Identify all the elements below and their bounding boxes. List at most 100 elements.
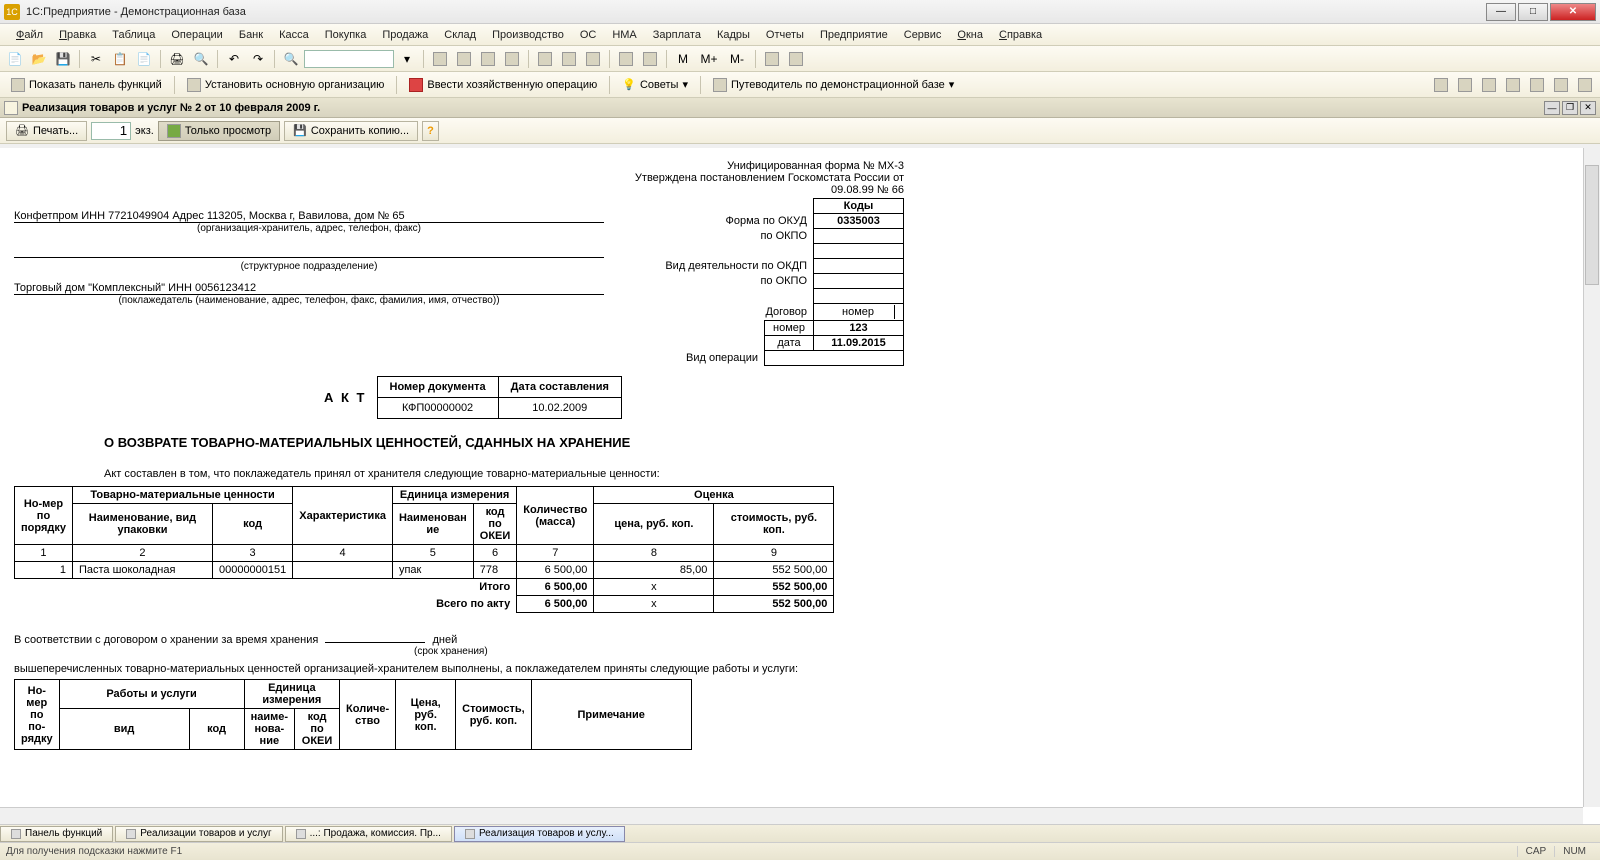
okpo1-value: [814, 229, 904, 244]
vertical-scrollbar[interactable]: [1583, 148, 1600, 807]
menu-help[interactable]: Справка: [991, 27, 1050, 43]
tool-icon-11[interactable]: [785, 48, 807, 70]
print-icon[interactable]: 🖨: [166, 48, 188, 70]
close-button[interactable]: ✕: [1550, 3, 1596, 21]
print-button[interactable]: 🖨Печать...: [6, 121, 87, 141]
okdp-value: [814, 259, 904, 274]
cut-icon[interactable]: ✂: [85, 48, 107, 70]
vsego-sum: 552 500,00: [714, 596, 834, 613]
menu-reports[interactable]: Отчеты: [758, 27, 812, 43]
redo-icon[interactable]: ↷: [247, 48, 269, 70]
itogo-qty: 6 500,00: [517, 579, 594, 596]
advice-button[interactable]: 💡Советы▾: [615, 75, 695, 94]
copies-input[interactable]: [91, 122, 131, 140]
services-table: Но-мер по по-рядку Работы и услуги Едини…: [14, 679, 692, 750]
tool-icon-2[interactable]: [453, 48, 475, 70]
copy-icon[interactable]: 📋: [109, 48, 131, 70]
menu-purchase[interactable]: Покупка: [317, 27, 375, 43]
menu-hr[interactable]: Кадры: [709, 27, 758, 43]
preview-icon[interactable]: 🔍: [190, 48, 212, 70]
enter-op-button[interactable]: Ввести хозяйственную операцию: [402, 75, 604, 95]
right-icon-4[interactable]: [1502, 74, 1524, 96]
docnum-header: Номер документа: [377, 377, 498, 398]
document: Конфетпром ИНН 7721049904 Адрес 113205, …: [0, 148, 1600, 762]
okdp-label: Вид деятельности по ОКДП: [657, 259, 813, 274]
tool-icon-8[interactable]: [615, 48, 637, 70]
menu-warehouse[interactable]: Склад: [436, 27, 484, 43]
tab-realizations[interactable]: Реализации товаров и услуг: [115, 826, 282, 842]
th2-unit: Единица измерения: [244, 680, 339, 709]
menu-edit[interactable]: Правка: [51, 27, 104, 43]
new-icon[interactable]: 📄: [4, 48, 26, 70]
menu-service[interactable]: Сервис: [896, 27, 950, 43]
sub-close-button[interactable]: ✕: [1580, 101, 1596, 115]
menu-nma[interactable]: НМА: [604, 27, 644, 43]
vidop-value: [765, 351, 904, 366]
calc-mplus-button[interactable]: M+: [696, 48, 722, 70]
set-org-button[interactable]: Установить основную организацию: [180, 75, 392, 95]
sub-restore-button[interactable]: ❐: [1562, 101, 1578, 115]
help-button[interactable]: ?: [422, 121, 439, 141]
th-sum: стоимость, руб. коп.: [714, 504, 834, 545]
tool-icon-4[interactable]: [501, 48, 523, 70]
okpo2-label: по ОКПО: [657, 274, 813, 289]
minimize-button[interactable]: —: [1486, 3, 1516, 21]
menu-windows[interactable]: Окна: [949, 27, 991, 43]
menu-enterprise[interactable]: Предприятие: [812, 27, 896, 43]
tab-panel[interactable]: Панель функций: [0, 826, 113, 842]
menu-operations[interactable]: Операции: [163, 27, 230, 43]
tool-icon-3[interactable]: [477, 48, 499, 70]
show-panel-button[interactable]: Показать панель функций: [4, 75, 169, 95]
sub-minimize-button[interactable]: —: [1544, 101, 1560, 115]
colnum-8: 8: [594, 545, 714, 562]
view-only-toggle[interactable]: Только просмотр: [158, 121, 280, 141]
cell-qty: 6 500,00: [517, 562, 594, 579]
menu-file[interactable]: Файл: [8, 27, 51, 43]
search-icon[interactable]: 🔍: [280, 48, 302, 70]
tool-icon-7[interactable]: [582, 48, 604, 70]
codes-header: Коды: [814, 199, 904, 214]
search-input[interactable]: [304, 50, 394, 68]
tool-icon-1[interactable]: [429, 48, 451, 70]
save-icon: 💾: [293, 124, 307, 137]
doc-icon: [4, 101, 18, 115]
menu-production[interactable]: Производство: [484, 27, 572, 43]
doc-intro: Акт составлен в том, что поклажедатель п…: [104, 468, 1586, 480]
menu-bank[interactable]: Банк: [231, 27, 271, 43]
right-icon-7[interactable]: [1574, 74, 1596, 96]
save-icon[interactable]: 💾: [52, 48, 74, 70]
right-icon-3[interactable]: [1478, 74, 1500, 96]
guide-button[interactable]: Путеводитель по демонстрационной базе▾: [706, 75, 961, 95]
okud-value: 0335003: [814, 214, 904, 229]
tab-realization[interactable]: Реализация товаров и услу...: [454, 826, 625, 842]
menu-salary[interactable]: Зарплата: [645, 27, 709, 43]
tool-icon-9[interactable]: [639, 48, 661, 70]
calc-m-button[interactable]: M: [672, 48, 694, 70]
search-dropdown-icon[interactable]: ▾: [396, 48, 418, 70]
tab-sale[interactable]: ...: Продажа, комиссия. Пр...: [285, 826, 452, 842]
menu-sale[interactable]: Продажа: [374, 27, 436, 43]
right-icon-6[interactable]: [1550, 74, 1572, 96]
calc-mminus-button[interactable]: M-: [724, 48, 750, 70]
cell-char: [293, 562, 393, 579]
open-icon[interactable]: 📂: [28, 48, 50, 70]
menu-cash[interactable]: Касса: [271, 27, 317, 43]
paste-icon[interactable]: 📄: [133, 48, 155, 70]
right-icon-2[interactable]: [1454, 74, 1476, 96]
status-cap: CAP: [1517, 846, 1555, 857]
copies-label: экз.: [135, 125, 154, 137]
tool-icon-10[interactable]: [761, 48, 783, 70]
menu-table[interactable]: Таблица: [104, 27, 163, 43]
scroll-thumb[interactable]: [1585, 165, 1599, 285]
right-icon-5[interactable]: [1526, 74, 1548, 96]
th2-sum: Стоимость, руб. коп.: [456, 680, 532, 750]
save-copy-button[interactable]: 💾Сохранить копию...: [284, 121, 418, 141]
tool-icon-5[interactable]: [534, 48, 556, 70]
titlebar: 1C 1С:Предприятие - Демонстрационная баз…: [0, 0, 1600, 24]
undo-icon[interactable]: ↶: [223, 48, 245, 70]
right-icon-1[interactable]: [1430, 74, 1452, 96]
menu-os[interactable]: ОС: [572, 27, 605, 43]
maximize-button[interactable]: □: [1518, 3, 1548, 21]
tool-icon-6[interactable]: [558, 48, 580, 70]
horizontal-scrollbar[interactable]: [0, 807, 1583, 824]
